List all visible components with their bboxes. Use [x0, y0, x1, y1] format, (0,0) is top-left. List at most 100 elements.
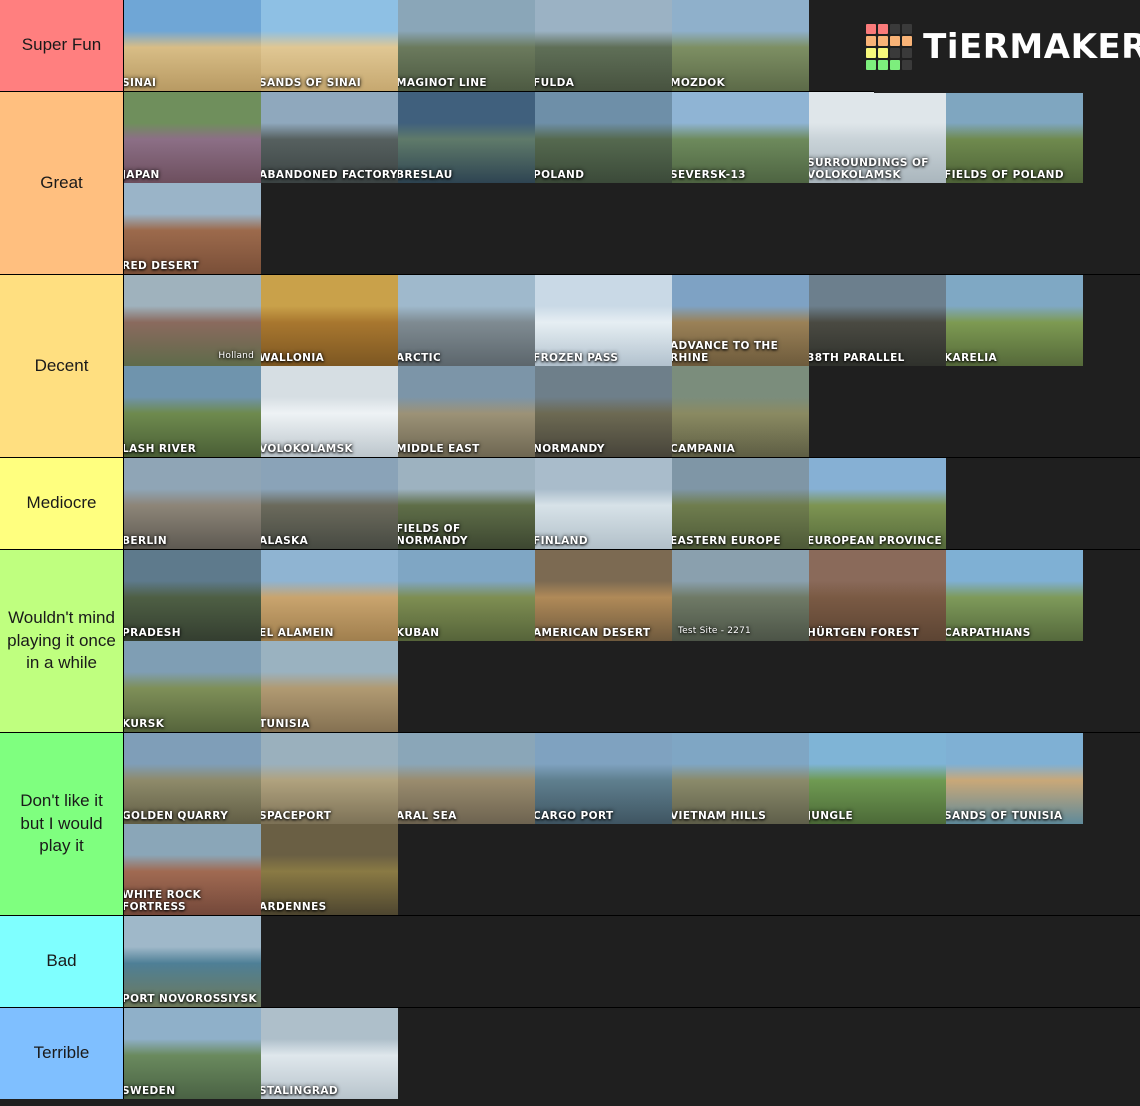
logo-grid-cell	[866, 35, 877, 46]
tier-item[interactable]: KARELIA	[946, 275, 1083, 366]
tier-item-label: SURROUNDINGS OF VOLOKOLAMSK	[809, 157, 929, 181]
tier-item[interactable]: WALLONIA	[261, 275, 398, 366]
tier-item-label: EUROPEAN PROVINCE	[809, 534, 943, 547]
tier-item[interactable]: AMERICAN DESERT	[535, 550, 672, 641]
tier-item-label: FIELDS OF NORMANDY	[398, 523, 468, 547]
logo-grid-cell	[890, 47, 901, 58]
tier-item[interactable]: EUROPEAN PROVINCE	[809, 458, 946, 549]
tier-item-container[interactable]: Holland WALLONIA ARCTIC FROZEN PASS ADVANCE …	[124, 275, 1140, 457]
tier-item[interactable]: TUNISIA	[261, 641, 398, 732]
tier-row: Terrible SWEDEN STALINGRAD	[0, 1008, 1140, 1099]
tier-item[interactable]: KURSK	[124, 641, 261, 732]
tier-item[interactable]: FINLAND	[535, 458, 672, 549]
logo-grid-cell	[878, 35, 889, 46]
tier-item[interactable]: EL ALAMEIN	[261, 550, 398, 641]
tier-item[interactable]: MIDDLE EAST	[398, 366, 535, 457]
tier-item-container[interactable]: SWEDEN STALINGRAD	[124, 1008, 1140, 1099]
tier-item[interactable]: ALASKA	[261, 458, 398, 549]
tier-item[interactable]: GOLDEN QUARRY	[124, 733, 261, 824]
tier-label[interactable]: Mediocre	[0, 458, 124, 549]
tier-item[interactable]: ARDENNES	[261, 824, 398, 915]
tier-label[interactable]: Don't like it but I would play it	[0, 733, 124, 915]
tier-item-label: ALASKA	[261, 534, 309, 547]
tier-item-label: JUNGLE	[809, 809, 854, 822]
tier-item[interactable]: MAGINOT LINE	[398, 0, 535, 91]
tier-item-label: JAPAN	[124, 168, 160, 181]
tier-item-label: POLAND	[535, 168, 585, 181]
tier-item[interactable]: SANDS OF TUNISIA	[946, 733, 1083, 824]
tier-item[interactable]: RED DESERT	[124, 183, 261, 274]
tier-label[interactable]: Great	[0, 92, 124, 274]
tier-item-container[interactable]: BERLIN ALASKA FIELDS OF NORMANDY FINLAND EAS…	[124, 458, 1140, 549]
tier-item[interactable]: FIELDS OF NORMANDY	[398, 458, 535, 549]
tier-item[interactable]: ARAL SEA	[398, 733, 535, 824]
logo-grid-cell	[890, 59, 901, 70]
tier-item-label: MIDDLE EAST	[398, 442, 480, 455]
tier-item-container[interactable]: GOLDEN QUARRY SPACEPORT ARAL SEA CARGO PORT…	[124, 733, 1140, 915]
tier-item-label: STALINGRAD	[261, 1084, 338, 1097]
tier-item[interactable]: CAMPANIA	[672, 366, 809, 457]
tier-item[interactable]: FIELDS OF POLAND	[946, 92, 1083, 183]
tier-item[interactable]: ABANDONED FACTORY	[261, 92, 398, 183]
tier-label[interactable]: Terrible	[0, 1008, 124, 1099]
tier-item[interactable]: BERLIN	[124, 458, 261, 549]
tier-item-label: KARELIA	[946, 351, 998, 364]
tier-label[interactable]: Super Fun	[0, 0, 124, 91]
tier-label[interactable]: Decent	[0, 275, 124, 457]
tier-item-label: RED DESERT	[124, 259, 200, 272]
tier-item[interactable]: EASTERN EUROPE	[672, 458, 809, 549]
tier-item[interactable]: POLAND	[535, 92, 672, 183]
tier-item[interactable]: ARCTIC	[398, 275, 535, 366]
tier-item-label: 38TH PARALLEL	[809, 351, 905, 364]
tiermaker-logo[interactable]: TiERMAKER	[866, 0, 1140, 93]
tier-item-label: ARAL SEA	[398, 809, 457, 822]
tier-label[interactable]: Wouldn't mind playing it once in a while	[0, 550, 124, 732]
tier-item[interactable]: MOZDOK	[672, 0, 809, 91]
tier-item[interactable]: SPACEPORT	[261, 733, 398, 824]
tier-item[interactable]: NORMANDY	[535, 366, 672, 457]
tier-item-label: WHITE ROCK FORTRESS	[124, 889, 202, 913]
tier-item[interactable]: STALINGRAD	[261, 1008, 398, 1099]
tier-item[interactable]: JUNGLE	[809, 733, 946, 824]
tier-item[interactable]: SWEDEN	[124, 1008, 261, 1099]
tier-item-label: KURSK	[124, 717, 165, 730]
tier-item[interactable]: JAPAN	[124, 92, 261, 183]
tier-item[interactable]: HÜRTGEN FOREST	[809, 550, 946, 641]
tier-item[interactable]: KUBAN	[398, 550, 535, 641]
tier-item-label: FINLAND	[535, 534, 588, 547]
tier-item[interactable]: BRESLAU	[398, 92, 535, 183]
tier-item[interactable]: Test Site - 2271	[672, 550, 809, 641]
tier-item-container[interactable]: PRADESH EL ALAMEIN KUBAN AMERICAN DESERT Tes…	[124, 550, 1140, 732]
tier-item-container[interactable]: PORT NOVOROSSIYSK	[124, 916, 1140, 1007]
tier-item[interactable]: LASH RIVER	[124, 366, 261, 457]
tier-item[interactable]: Holland	[124, 275, 261, 366]
logo-grid-cell	[866, 47, 877, 58]
tier-item[interactable]: VIETNAM HILLS	[672, 733, 809, 824]
tier-label[interactable]: Bad	[0, 916, 124, 1007]
tier-item-label: CARPATHIANS	[946, 626, 1031, 639]
tier-item[interactable]: ADVANCE TO THE RHINE	[672, 275, 809, 366]
tier-item-label: ARCTIC	[398, 351, 442, 364]
tier-item-label: LASH RIVER	[124, 442, 197, 455]
tier-row: Great JAPAN ABANDONED FACTORY BRESLAU POLAND…	[0, 92, 1140, 275]
tier-item[interactable]: SINAI	[124, 0, 261, 91]
tier-item[interactable]: SURROUNDINGS OF VOLOKOLAMSK	[809, 92, 946, 183]
tier-item[interactable]: CARPATHIANS	[946, 550, 1083, 641]
tier-item[interactable]: CARGO PORT	[535, 733, 672, 824]
tier-item-label: MOZDOK	[672, 76, 726, 89]
tier-item[interactable]: PRADESH	[124, 550, 261, 641]
tier-item[interactable]: SEVERSK-13	[672, 92, 809, 183]
tier-item[interactable]: FROZEN PASS	[535, 275, 672, 366]
tier-item[interactable]: SANDS OF SINAI	[261, 0, 398, 91]
tier-item-label: PRADESH	[124, 626, 181, 639]
tier-item[interactable]: VOLOKOLAMSK	[261, 366, 398, 457]
tier-item[interactable]: PORT NOVOROSSIYSK	[124, 916, 261, 1007]
tier-item-container[interactable]: JAPAN ABANDONED FACTORY BRESLAU POLAND SEVER…	[124, 92, 1140, 274]
logo-grid-cell	[878, 59, 889, 70]
tier-item-label: SWEDEN	[124, 1084, 176, 1097]
tier-item[interactable]: WHITE ROCK FORTRESS	[124, 824, 261, 915]
logo-grid-cell	[878, 23, 889, 34]
tiermaker-logo-grid-icon	[866, 23, 913, 70]
tier-item[interactable]: 38TH PARALLEL	[809, 275, 946, 366]
tier-item[interactable]: FULDA	[535, 0, 672, 91]
